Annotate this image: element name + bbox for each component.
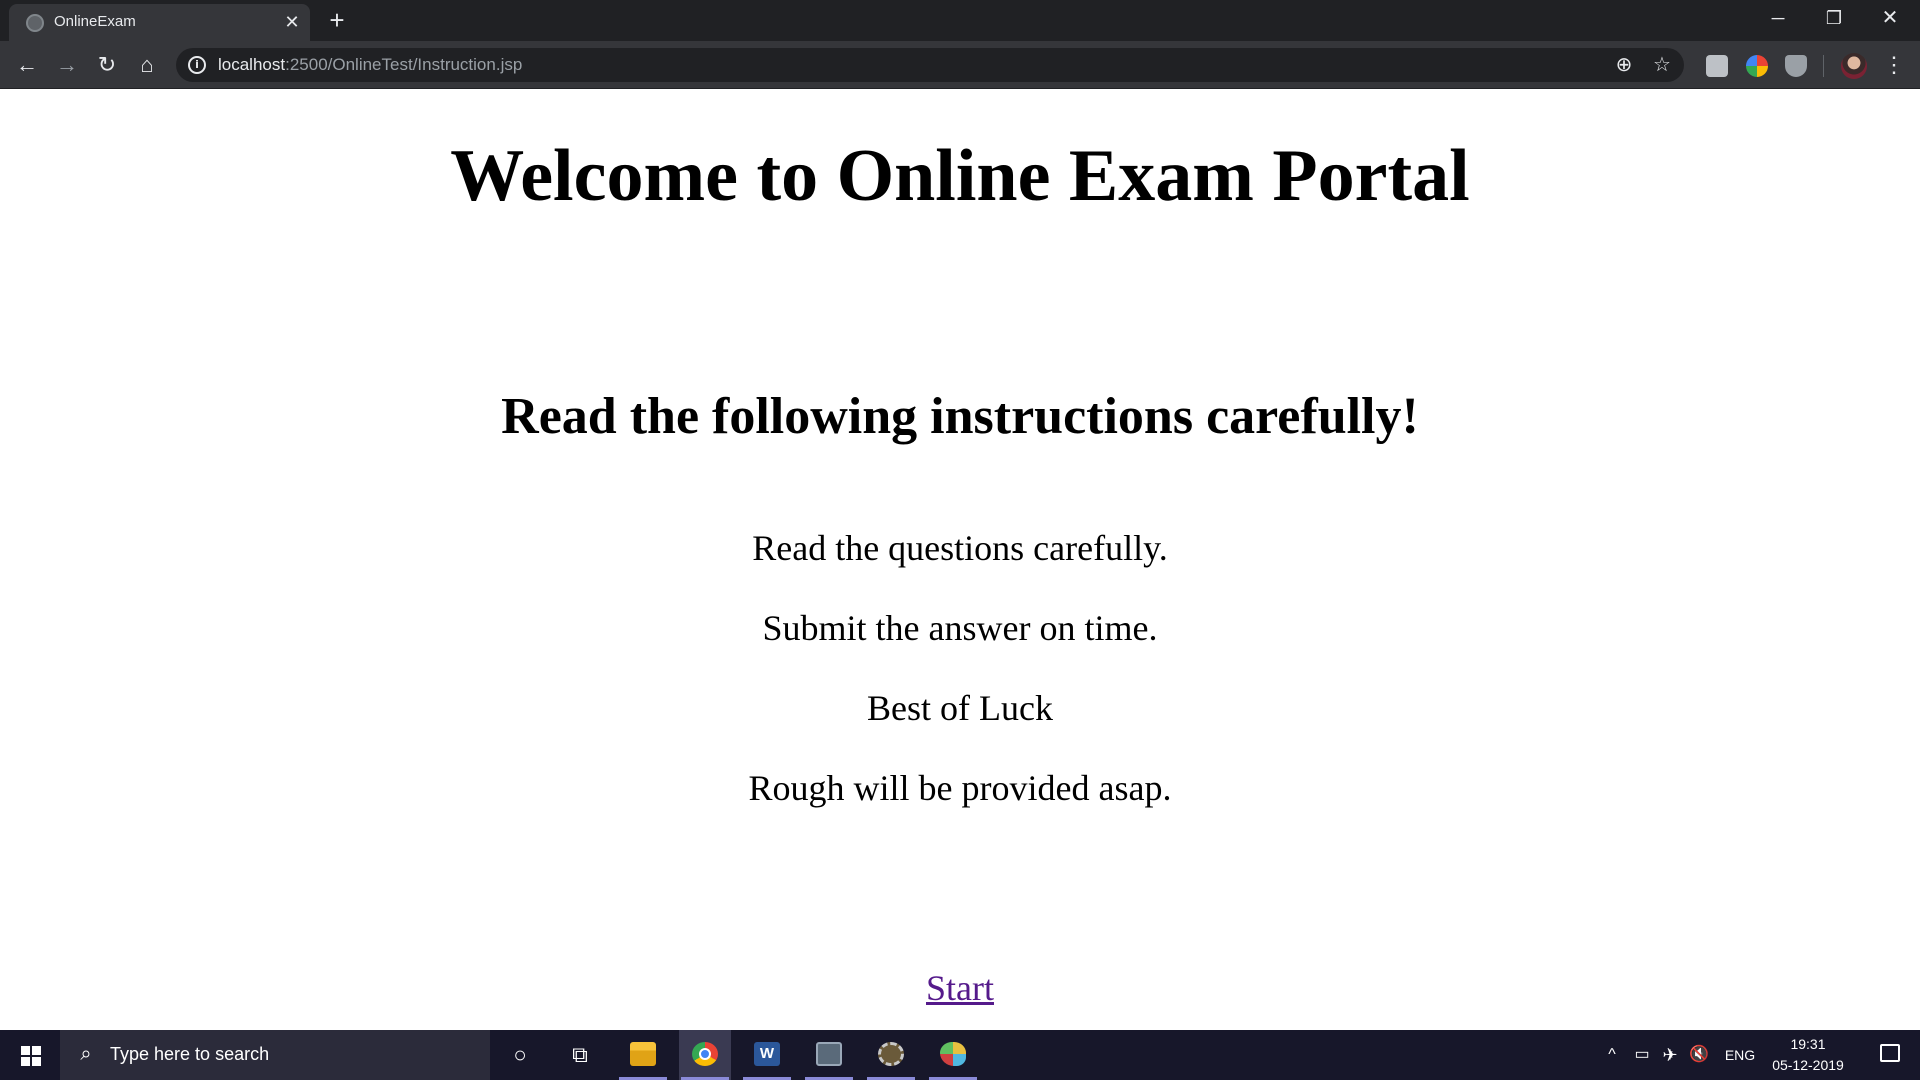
page-title: Welcome to Online Exam Portal bbox=[450, 135, 1470, 217]
airplane-mode-icon[interactable]: ✈ bbox=[1658, 1030, 1682, 1080]
restore-button[interactable]: ❐ bbox=[1806, 0, 1862, 38]
url-text[interactable]: localhost:2500/OnlineTest/Instruction.js… bbox=[218, 55, 522, 75]
paint-app[interactable] bbox=[927, 1030, 979, 1080]
folder-icon bbox=[630, 1042, 656, 1066]
gear-app[interactable] bbox=[865, 1030, 917, 1080]
clock-time: 19:31 bbox=[1790, 1036, 1826, 1052]
url-host: localhost bbox=[218, 55, 286, 74]
bookmark-star-icon[interactable]: ☆ bbox=[1648, 52, 1676, 80]
search-placeholder: Type here to search bbox=[110, 1044, 270, 1064]
tab-onlineexam[interactable]: OnlineExam ✕ bbox=[9, 4, 310, 41]
clock-date: 05-12-2019 bbox=[1772, 1057, 1844, 1073]
start-link[interactable]: Start bbox=[926, 968, 994, 1008]
gear-icon bbox=[878, 1042, 904, 1066]
start-link-row: Start bbox=[0, 966, 1920, 1010]
chrome-icon bbox=[692, 1042, 718, 1066]
instruction-item: Read the questions carefully. bbox=[752, 528, 1168, 568]
instructions-heading: Read the following instructions carefull… bbox=[501, 388, 1419, 445]
url-path: :2500/OnlineTest/Instruction.jsp bbox=[285, 55, 523, 74]
show-hidden-icons-chevron-icon[interactable]: ^ bbox=[1600, 1030, 1624, 1080]
taskbar-clock[interactable]: 19:31 05-12-2019 bbox=[1766, 1034, 1850, 1076]
file-explorer-app[interactable] bbox=[617, 1030, 669, 1080]
reload-button[interactable]: ↻ bbox=[89, 47, 125, 83]
cortana-button[interactable]: ○ bbox=[495, 1030, 545, 1080]
minimize-button[interactable]: ─ bbox=[1750, 0, 1806, 38]
browser-toolbar: ← → ↻ ⌂ i localhost:2500/OnlineTest/Inst… bbox=[0, 41, 1920, 89]
address-bar[interactable]: i localhost:2500/OnlineTest/Instruction.… bbox=[176, 48, 1684, 82]
globe-icon bbox=[26, 14, 44, 32]
word-app[interactable]: W bbox=[741, 1030, 793, 1080]
server-app[interactable] bbox=[803, 1030, 855, 1080]
search-icon: ⌕ bbox=[80, 1043, 92, 1065]
taskbar-search[interactable]: ⌕ Type here to search bbox=[60, 1030, 490, 1080]
word-icon: W bbox=[754, 1042, 780, 1066]
volume-muted-icon[interactable]: 🔇 bbox=[1686, 1030, 1712, 1080]
extension-icon[interactable] bbox=[1706, 55, 1728, 77]
instruction-item: Rough will be provided asap. bbox=[748, 768, 1172, 808]
start-button[interactable] bbox=[0, 1030, 60, 1080]
server-icon bbox=[816, 1042, 842, 1066]
tab-title: OnlineExam bbox=[54, 13, 136, 30]
task-view-button[interactable]: ⧉ bbox=[555, 1030, 605, 1080]
toolbar-divider bbox=[1823, 55, 1824, 77]
battery-icon[interactable]: ▭ bbox=[1630, 1030, 1654, 1080]
notification-icon bbox=[1880, 1044, 1900, 1062]
chrome-app[interactable] bbox=[679, 1030, 731, 1080]
new-tab-button[interactable]: + bbox=[322, 6, 352, 36]
tab-close-icon[interactable]: ✕ bbox=[280, 10, 304, 34]
site-info-icon[interactable]: i bbox=[188, 56, 206, 74]
back-button[interactable]: ← bbox=[9, 47, 45, 83]
shield-extension-icon[interactable] bbox=[1785, 55, 1807, 77]
home-button[interactable]: ⌂ bbox=[129, 47, 165, 83]
taskbar: ⌕ Type here to search ○ ⧉ W ^ ▭ ✈ 🔇 ENG … bbox=[0, 1030, 1920, 1080]
action-center-button[interactable] bbox=[1866, 1030, 1914, 1080]
instruction-item: Best of Luck bbox=[867, 688, 1053, 728]
browser-menu-icon[interactable]: ⋮ bbox=[1880, 48, 1908, 82]
profile-avatar[interactable] bbox=[1841, 53, 1867, 79]
zoom-icon[interactable]: ⊕ bbox=[1610, 52, 1638, 80]
input-language[interactable]: ENG bbox=[1720, 1030, 1760, 1080]
extension-icon[interactable] bbox=[1746, 55, 1768, 77]
page-content: Welcome to Online Exam Portal Read the f… bbox=[0, 89, 1920, 1030]
windows-logo-icon bbox=[21, 1046, 41, 1066]
forward-button[interactable]: → bbox=[49, 47, 85, 83]
palette-icon bbox=[940, 1042, 966, 1066]
instruction-item: Submit the answer on time. bbox=[762, 608, 1158, 648]
close-window-button[interactable]: ✕ bbox=[1862, 0, 1918, 38]
browser-tab-strip: OnlineExam ✕ + ─ ❐ ✕ bbox=[0, 0, 1920, 41]
